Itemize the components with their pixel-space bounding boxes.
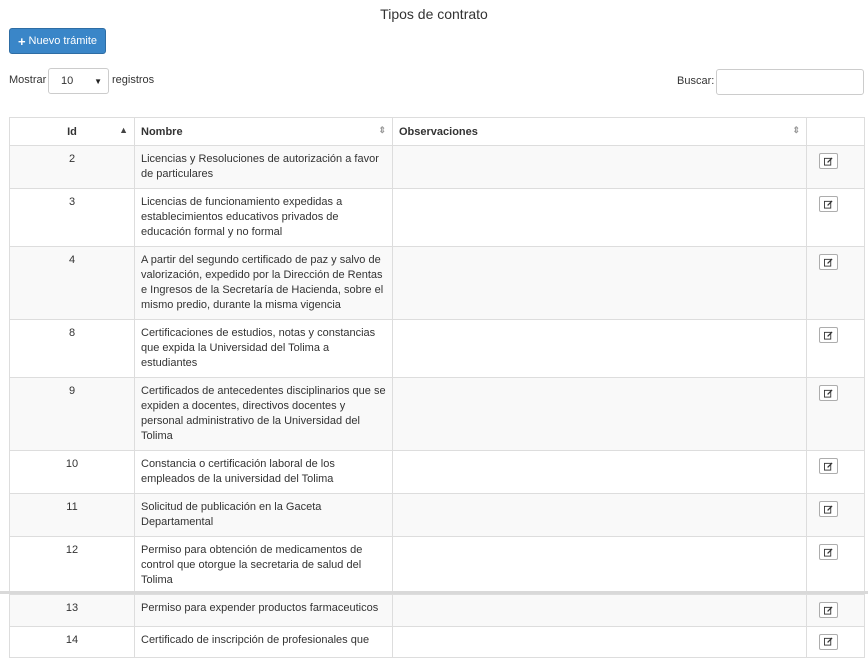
edit-icon [824,504,833,514]
row-id: 11 [9,493,135,537]
table-row: 14 Certificado de inscripción de profesi… [9,625,865,658]
column-header-actions [806,117,865,146]
row-actions [806,145,865,189]
row-actions [806,377,865,451]
edit-button[interactable] [819,544,838,560]
new-procedure-label: Nuevo trámite [28,35,98,47]
row-actions [806,536,865,595]
row-id: 3 [9,188,135,247]
row-observaciones [392,246,807,320]
row-observaciones [392,377,807,451]
page-title: Tipos de contrato [380,6,488,22]
procedures-table: Id ▲ Nombre ⇕ Observaciones ⇕ 2 Licencia… [9,117,865,658]
edit-button[interactable] [819,153,838,169]
plus-icon: + [17,33,26,49]
edit-button[interactable] [819,458,838,474]
edit-button[interactable] [819,385,838,401]
row-actions [806,188,865,247]
edit-icon [824,156,833,166]
row-nombre: Permiso para obtención de medicamentos d… [134,536,393,595]
row-actions [806,493,865,537]
row-observaciones [392,450,807,494]
row-observaciones [392,493,807,537]
row-nombre: Licencias y Resoluciones de autorización… [134,145,393,189]
row-observaciones [392,594,807,627]
row-actions [806,594,865,627]
length-suffix-label: registros [112,74,155,86]
table-row: 4 A partir del segundo certificado de pa… [9,246,865,320]
row-actions [806,625,865,658]
edit-button[interactable] [819,602,838,618]
table-row: 13 Permiso para expender productos farma… [9,594,865,627]
new-procedure-button[interactable]: + Nuevo trámite [9,28,106,54]
row-id: 14 [9,625,135,658]
row-observaciones [392,536,807,595]
edit-button[interactable] [819,633,838,650]
row-nombre: Certificado de inscripción de profesiona… [134,625,393,658]
page-length-value: 10 [61,75,74,87]
row-id: 13 [9,594,135,627]
table-row: 3 Licencias de funcionamiento expedidas … [9,188,865,247]
caret-down-icon: ▼ [94,77,102,86]
column-header-observaciones[interactable]: Observaciones ⇕ [392,117,807,146]
row-nombre: Licencias de funcionamiento expedidas a … [134,188,393,247]
edit-icon [824,388,833,398]
length-prefix-label: Mostrar [9,74,47,86]
edit-button[interactable] [819,254,838,270]
sort-asc-icon: ▲ [119,125,128,135]
table-row: 10 Constancia o certificación laboral de… [9,450,865,494]
edit-icon [824,637,833,646]
sort-both-icon: ⇕ [792,125,800,135]
row-nombre: Certificaciones de estudios, notas y con… [134,319,393,378]
row-actions [806,246,865,320]
table-row: 12 Permiso para obtención de medicamento… [9,536,865,595]
row-id: 4 [9,246,135,320]
row-observaciones [392,145,807,189]
edit-icon [824,330,833,340]
table-row: 11 Solicitud de publicación en la Gaceta… [9,493,865,537]
row-nombre: Permiso para expender productos farmaceu… [134,594,393,627]
search-input[interactable] [716,69,864,95]
row-nombre: A partir del segundo certificado de paz … [134,246,393,320]
row-id: 2 [9,145,135,189]
table-row: 2 Licencias y Resoluciones de autorizaci… [9,145,865,189]
column-header-id[interactable]: Id ▲ [9,117,135,146]
edit-icon [824,199,833,209]
edit-icon [824,257,833,267]
page-length-select[interactable]: 10 ▼ [48,68,109,94]
edit-icon [824,461,833,471]
row-nombre: Constancia o certificación laboral de lo… [134,450,393,494]
edit-icon [824,605,833,615]
row-id: 12 [9,536,135,595]
column-header-nombre[interactable]: Nombre ⇕ [134,117,393,146]
row-observaciones [392,319,807,378]
row-actions [806,450,865,494]
search-label: Buscar: [677,75,715,87]
row-observaciones [392,188,807,247]
edit-button[interactable] [819,327,838,343]
row-id: 10 [9,450,135,494]
table-header-row: Id ▲ Nombre ⇕ Observaciones ⇕ [9,117,865,146]
row-nombre: Solicitud de publicación en la Gaceta De… [134,493,393,537]
column-header-id-label: Id [67,125,77,138]
row-actions [806,319,865,378]
edit-icon [824,547,833,557]
table-row: 8 Certificaciones de estudios, notas y c… [9,319,865,378]
edit-button[interactable] [819,501,838,517]
edit-button[interactable] [819,196,838,212]
column-header-nombre-label: Nombre [141,125,183,138]
row-id: 8 [9,319,135,378]
sort-both-icon: ⇕ [378,125,386,135]
row-nombre: Certificados de antecedentes disciplinar… [134,377,393,451]
row-observaciones [392,625,807,658]
row-id: 9 [9,377,135,451]
table-row: 9 Certificados de antecedentes disciplin… [9,377,865,451]
column-header-observaciones-label: Observaciones [399,125,478,138]
